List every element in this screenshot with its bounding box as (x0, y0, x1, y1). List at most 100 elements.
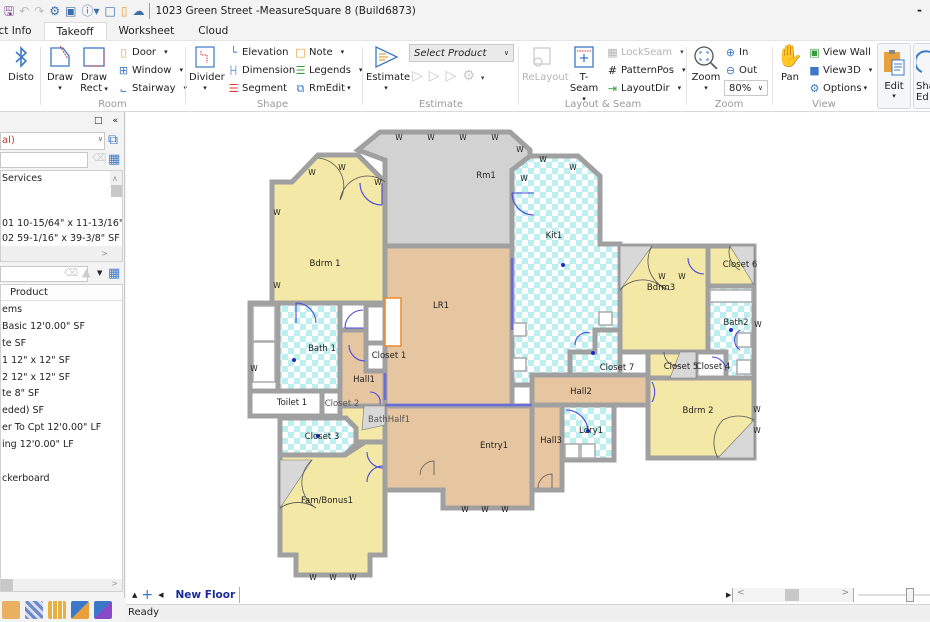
scroll-up-icon[interactable]: ▲ (132, 591, 137, 599)
room-label[interactable]: Bath 1 (308, 344, 336, 354)
dropdown-caret[interactable]: ▼ (97, 269, 102, 277)
warning-icon[interactable]: ▲ (82, 266, 90, 279)
wood-plank-icon[interactable] (48, 601, 66, 619)
room-label[interactable]: Closet 2 (325, 399, 360, 409)
zoom-out-button[interactable]: ⊖ Out (724, 62, 757, 78)
room-label[interactable]: Bdrm 2 (683, 406, 714, 416)
room-hall3[interactable] (529, 402, 565, 493)
zoom-slider-handle[interactable] (906, 588, 914, 602)
table-row[interactable]: 2 12" x 12" SF (1, 369, 122, 386)
collapse-panel-icon[interactable]: « (112, 116, 118, 126)
tab-cloud[interactable]: Cloud (186, 22, 240, 40)
room-label[interactable]: Toilet 1 (276, 398, 307, 408)
add-floor-icon[interactable]: + (141, 587, 153, 603)
clear-search-icon[interactable]: ⌫ (92, 153, 106, 164)
room-filter-dropdown[interactable]: al) ∨ (0, 132, 105, 150)
window-marker[interactable]: W (481, 505, 489, 514)
zoom-button[interactable]: Zoom ▾ (689, 45, 723, 94)
undo-icon[interactable]: ↶ (19, 4, 29, 18)
list-item[interactable] (1, 201, 122, 216)
room-label[interactable]: Closet 1 (372, 351, 407, 361)
tile-icon[interactable] (25, 601, 43, 619)
zoom-slider[interactable] (858, 588, 930, 602)
view3d-button[interactable]: ■ View3D ▾ (808, 62, 872, 78)
wall-trim-icon[interactable] (94, 601, 112, 619)
tab-takeoff[interactable]: Takeoff (43, 22, 107, 40)
edit-button[interactable]: Edit ▾ (877, 43, 911, 109)
room-label[interactable]: Closet 6 (723, 260, 758, 270)
grid-view-icon[interactable]: ▦ (108, 152, 120, 167)
patternpos-button[interactable]: # PatternPos ▾ (606, 62, 686, 78)
save-icon[interactable]: 🖫 (4, 4, 14, 18)
room-label[interactable]: Rm1 (476, 171, 496, 181)
list-item[interactable] (1, 186, 122, 201)
segment-button[interactable]: ☰ Segment (227, 80, 287, 96)
select-product-dropdown[interactable]: Select Product ∨ (409, 44, 514, 62)
options-button[interactable]: ⚙ Options ▾ (808, 80, 868, 96)
window-marker[interactable]: W (569, 163, 577, 172)
base-trim-icon[interactable] (71, 601, 89, 619)
window-marker[interactable]: W (753, 426, 761, 435)
rmedit-button[interactable]: ⧉ RmEdit ▾ (294, 80, 351, 96)
room-label[interactable]: Closet 3 (305, 432, 340, 442)
table-row[interactable] (1, 453, 122, 470)
room-label[interactable]: Entry1 (480, 441, 508, 451)
product-column-header[interactable]: Product (1, 285, 122, 301)
window-marker[interactable]: W (459, 133, 467, 142)
table-row[interactable]: Basic 12'0.00" SF (1, 318, 122, 335)
shape-edit-button[interactable]: Sha Ed (913, 43, 930, 109)
window-marker[interactable]: W (273, 208, 281, 217)
list-item[interactable]: 02 59-1/16" x 39-3/8" SF (1, 231, 122, 246)
drawing-canvas[interactable]: Rm1 Kit1 Bdrm 1 LR1 Bdrm3 Closet 6 Bath2 Bath 1… (126, 112, 930, 586)
table-row[interactable]: ckerboard (1, 470, 122, 487)
table-row[interactable]: ems (1, 301, 122, 318)
table-row[interactable]: ing 12'0.00" LF (1, 436, 122, 453)
room-search-input[interactable] (0, 152, 88, 168)
window-marker[interactable]: W (753, 405, 761, 414)
room-label[interactable]: BathHalf1 (368, 415, 410, 425)
canvas-hscrollbar[interactable]: < > (732, 588, 854, 602)
window-marker[interactable]: W (395, 133, 403, 142)
window-marker[interactable]: W (250, 364, 258, 373)
room-label[interactable]: Closet 7 (600, 363, 635, 373)
window-marker[interactable]: W (491, 133, 499, 142)
zoom-in-button[interactable]: ⊕ In (724, 44, 748, 60)
note-button[interactable]: □ Note ▾ (294, 44, 344, 60)
window-marker[interactable]: W (520, 174, 528, 183)
relayout-button[interactable]: ReLayout (522, 45, 569, 83)
estimate-button[interactable]: Estimate ▾ (366, 45, 410, 94)
scrollbar-thumb[interactable] (785, 589, 799, 601)
play-record-icon[interactable]: ▷ (429, 68, 440, 88)
room-label[interactable]: Hall3 (540, 436, 562, 446)
room-bdrm1[interactable] (269, 152, 388, 306)
window-button[interactable]: ⊞ Window ▾ (117, 62, 183, 78)
view-wall-button[interactable]: ▣ View Wall (808, 44, 871, 60)
room-label[interactable]: Bdrm 1 (310, 259, 341, 269)
disto-button[interactable]: Disto (6, 45, 36, 83)
zoom-level-dropdown[interactable]: 80% ∨ (724, 80, 768, 96)
horizontal-scrollbar[interactable]: > (1, 579, 122, 591)
room-label[interactable]: Closet 4 (696, 362, 731, 372)
draw-rect-button[interactable]: Draw Rect ▾ (80, 45, 108, 95)
draw-button[interactable]: Draw ▾ (46, 45, 74, 94)
window-marker[interactable]: W (308, 168, 316, 177)
clear-search-icon[interactable]: ⌫ (64, 268, 78, 279)
dimension-button[interactable]: ├┤ Dimension (227, 62, 295, 78)
lockseam-button[interactable]: ▦ LockSeam ▾ (606, 44, 683, 60)
floor-plan[interactable]: Rm1 Kit1 Bdrm 1 LR1 Bdrm3 Closet 6 Bath2 Bath 1… (126, 112, 930, 586)
room-label[interactable]: Closet 5 (664, 362, 699, 372)
room-label[interactable]: Hall2 (570, 387, 592, 397)
stairway-button[interactable]: ⨽Stairway▾ (117, 80, 187, 96)
window-marker[interactable]: W (539, 155, 547, 164)
window-marker[interactable]: W (309, 573, 317, 582)
export-icon[interactable]: ▣ (65, 4, 76, 18)
maximize-panel-icon[interactable]: □ (94, 116, 103, 126)
window-marker[interactable]: W (349, 573, 357, 582)
list-item[interactable]: 01 10-15/64" x 11-13/16" (1, 216, 122, 231)
list-item[interactable]: Services (1, 171, 122, 186)
window-marker[interactable]: W (501, 505, 509, 514)
play-icon[interactable]: ▷ (412, 68, 423, 88)
window-marker[interactable]: W (329, 573, 337, 582)
table-row[interactable]: te SF (1, 335, 122, 352)
window-marker[interactable]: W (516, 145, 524, 154)
